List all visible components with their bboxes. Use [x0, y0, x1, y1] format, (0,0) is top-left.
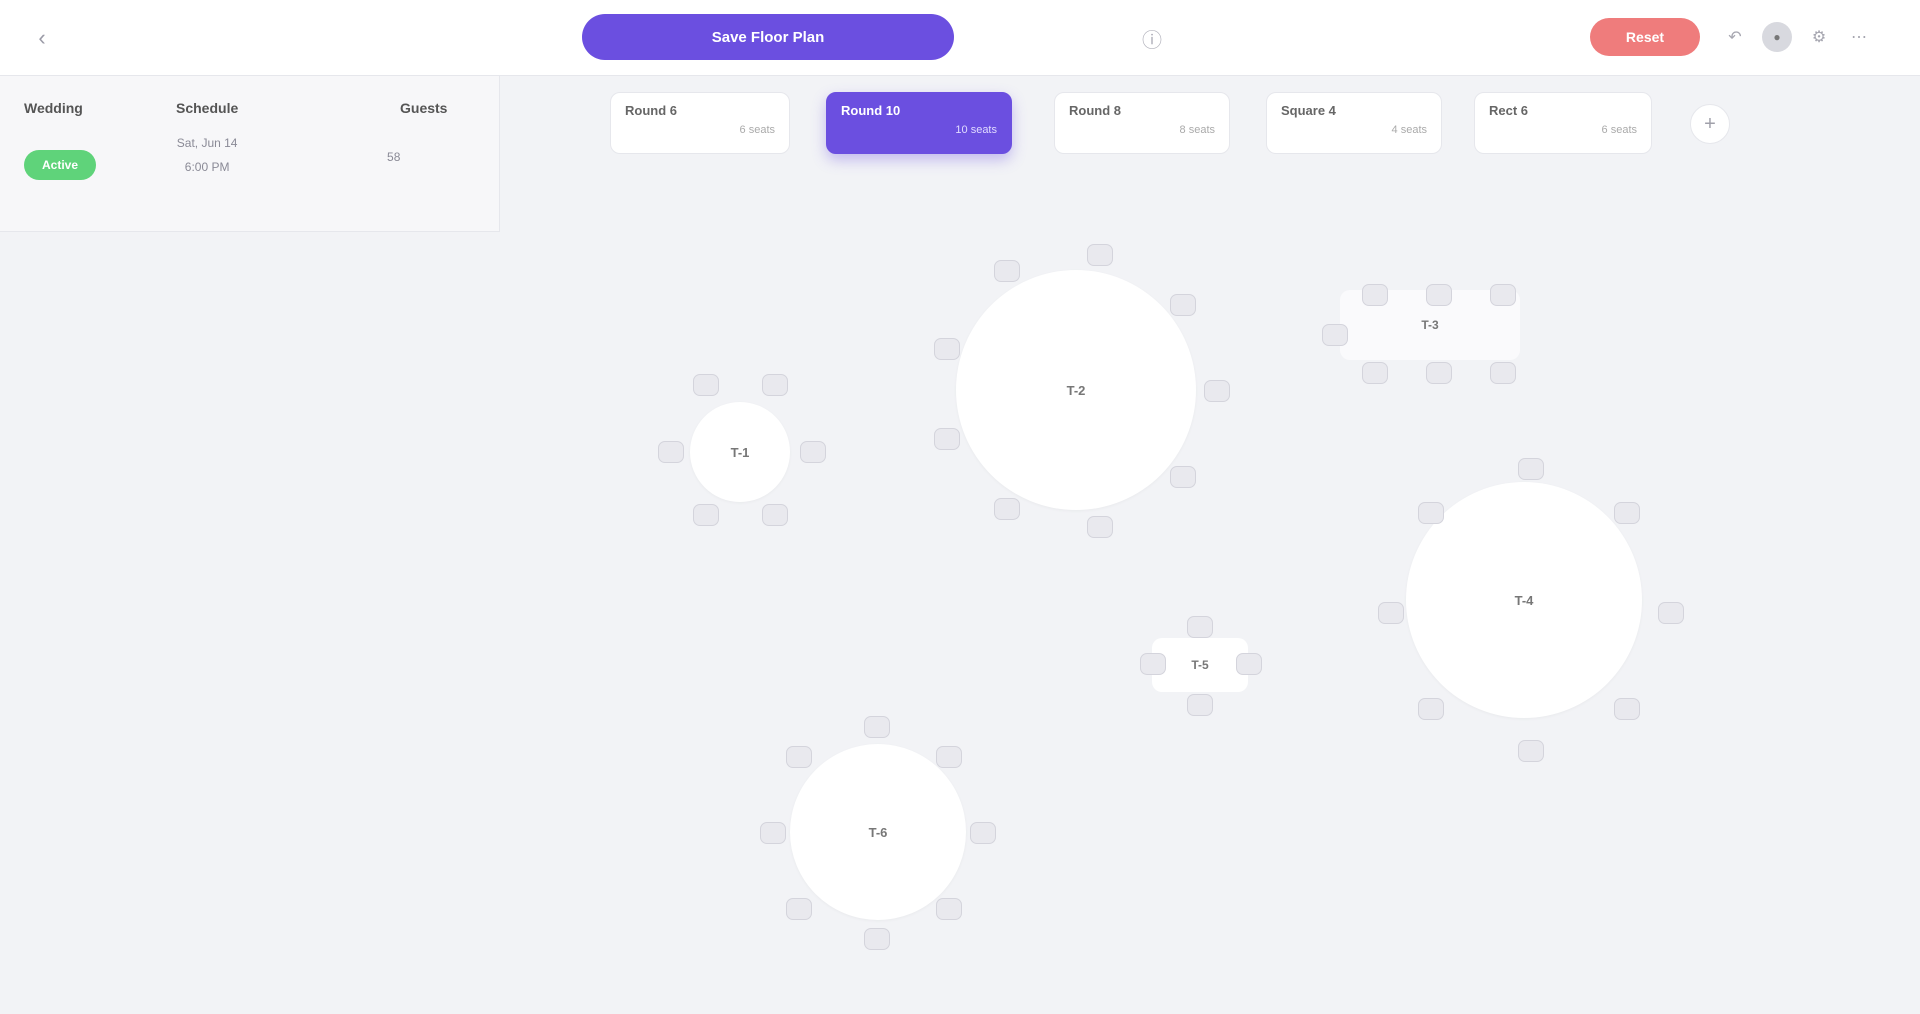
- table-t2[interactable]: T-2: [956, 270, 1196, 510]
- seat[interactable]: [1614, 698, 1640, 720]
- info-icon[interactable]: ⓘ: [1136, 22, 1168, 54]
- user-avatar[interactable]: ●: [1762, 22, 1792, 52]
- seat[interactable]: [1087, 244, 1113, 266]
- seat[interactable]: [1170, 466, 1196, 488]
- seat[interactable]: [970, 822, 996, 844]
- tool-square-4[interactable]: Square 4 4 seats: [1266, 92, 1442, 154]
- seat[interactable]: [864, 716, 890, 738]
- seat[interactable]: [786, 898, 812, 920]
- seat[interactable]: [1418, 698, 1444, 720]
- seat[interactable]: [1614, 502, 1640, 524]
- reset-button[interactable]: Reset: [1590, 18, 1700, 56]
- seat[interactable]: [1322, 324, 1348, 346]
- schedule-column: Schedule Sat, Jun 14 6:00 PM: [176, 100, 238, 174]
- seat[interactable]: [1426, 362, 1452, 384]
- seat[interactable]: [1418, 502, 1444, 524]
- table-t6[interactable]: T-6: [790, 744, 966, 920]
- seat[interactable]: [1170, 294, 1196, 316]
- event-column: Wedding Active: [24, 100, 97, 180]
- seat[interactable]: [1518, 740, 1544, 762]
- floor-plan-canvas[interactable]: T-1 T-2 T-3 T-4 T-5 T-6: [0, 232, 1920, 1014]
- more-icon[interactable]: ⋯: [1846, 22, 1872, 52]
- seat[interactable]: [1087, 516, 1113, 538]
- event-info-panel: Wedding Active Schedule Sat, Jun 14 6:00…: [0, 76, 500, 232]
- seat[interactable]: [1140, 653, 1166, 675]
- seat[interactable]: [762, 504, 788, 526]
- tool-round-8[interactable]: Round 8 8 seats: [1054, 92, 1230, 154]
- seat[interactable]: [760, 822, 786, 844]
- chevron-left-icon[interactable]: ‹: [24, 20, 60, 56]
- seat[interactable]: [994, 498, 1020, 520]
- seat[interactable]: [1187, 616, 1213, 638]
- settings-icon[interactable]: ⚙: [1806, 22, 1832, 52]
- seat[interactable]: [693, 504, 719, 526]
- tool-rect-6[interactable]: Rect 6 6 seats: [1474, 92, 1652, 154]
- seat[interactable]: [934, 428, 960, 450]
- table-t5[interactable]: T-5: [1152, 638, 1248, 692]
- seat[interactable]: [800, 441, 826, 463]
- seat[interactable]: [1426, 284, 1452, 306]
- seat[interactable]: [693, 374, 719, 396]
- seat[interactable]: [994, 260, 1020, 282]
- seat[interactable]: [1490, 362, 1516, 384]
- event-label: Wedding: [24, 100, 83, 116]
- seat[interactable]: [1187, 694, 1213, 716]
- schedule-date: Sat, Jun 14: [176, 136, 238, 150]
- table-t1[interactable]: T-1: [690, 402, 790, 502]
- seat[interactable]: [658, 441, 684, 463]
- tool-round-10[interactable]: Round 10 10 seats: [826, 92, 1012, 154]
- seat[interactable]: [1518, 458, 1544, 480]
- seat[interactable]: [786, 746, 812, 768]
- seat[interactable]: [1204, 380, 1230, 402]
- table-label: T-1: [730, 444, 750, 460]
- seat[interactable]: [1490, 284, 1516, 306]
- seat[interactable]: [1236, 653, 1262, 675]
- plus-icon[interactable]: +: [1690, 104, 1730, 144]
- schedule-time: 6:00 PM: [184, 160, 230, 174]
- top-bar: ‹ Save Floor Plan ⓘ Reset ↶ ● ⚙ ⋯: [0, 0, 1920, 76]
- tool-round-6[interactable]: Round 6 6 seats: [610, 92, 790, 154]
- table-label: T-5: [1191, 658, 1209, 672]
- guests-column: Guests 58: [387, 100, 448, 164]
- status-badge: Active: [24, 150, 97, 180]
- undo-icon[interactable]: ↶: [1722, 22, 1748, 52]
- seat[interactable]: [1362, 284, 1388, 306]
- seat[interactable]: [934, 338, 960, 360]
- table-label: T-2: [1066, 382, 1086, 398]
- seat[interactable]: [936, 898, 962, 920]
- seat[interactable]: [1658, 602, 1684, 624]
- save-floor-plan-button[interactable]: Save Floor Plan: [582, 14, 954, 60]
- table-label: T-4: [1514, 592, 1534, 608]
- table-label: T-6: [868, 824, 888, 840]
- table-label: T-3: [1421, 318, 1439, 332]
- seat[interactable]: [936, 746, 962, 768]
- seat[interactable]: [864, 928, 890, 950]
- seat[interactable]: [1362, 362, 1388, 384]
- guests-count: 58: [387, 150, 401, 164]
- top-right-icons: ↶ ● ⚙ ⋯: [1722, 22, 1872, 52]
- guests-label: Guests: [400, 100, 448, 116]
- seat[interactable]: [762, 374, 788, 396]
- seat[interactable]: [1378, 602, 1404, 624]
- schedule-label: Schedule: [176, 100, 239, 116]
